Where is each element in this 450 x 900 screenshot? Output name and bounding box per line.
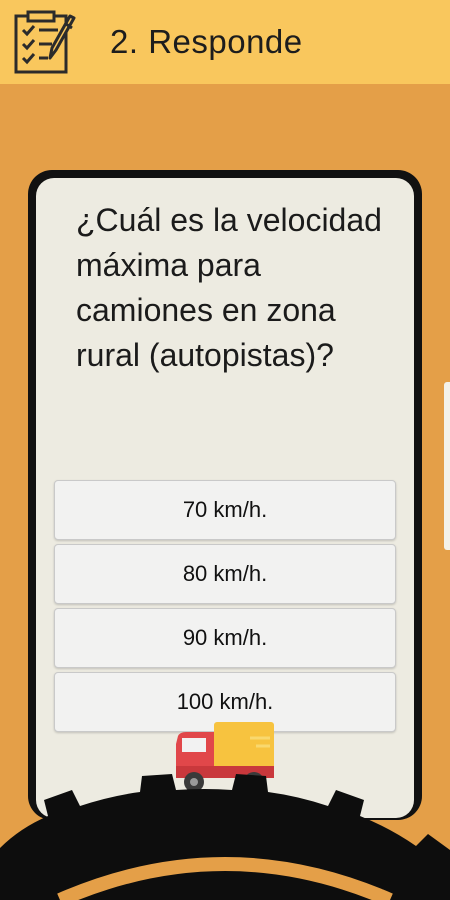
header-bar: 2. Responde (0, 0, 450, 84)
side-drawer-handle[interactable] (444, 382, 450, 550)
answer-option-1[interactable]: 70 km/h. (54, 480, 396, 540)
quiz-screen: { "header": { "title": "2. Responde", "i… (0, 0, 450, 900)
answer-option-3[interactable]: 90 km/h. (54, 608, 396, 668)
page-title: 2. Responde (110, 23, 303, 60)
gear-wheel-icon (0, 774, 450, 900)
checklist-pencil-icon (14, 10, 76, 74)
answer-option-2[interactable]: 80 km/h. (54, 544, 396, 604)
question-text: ¿Cuál es la velocidad máxima para camion… (76, 202, 382, 373)
